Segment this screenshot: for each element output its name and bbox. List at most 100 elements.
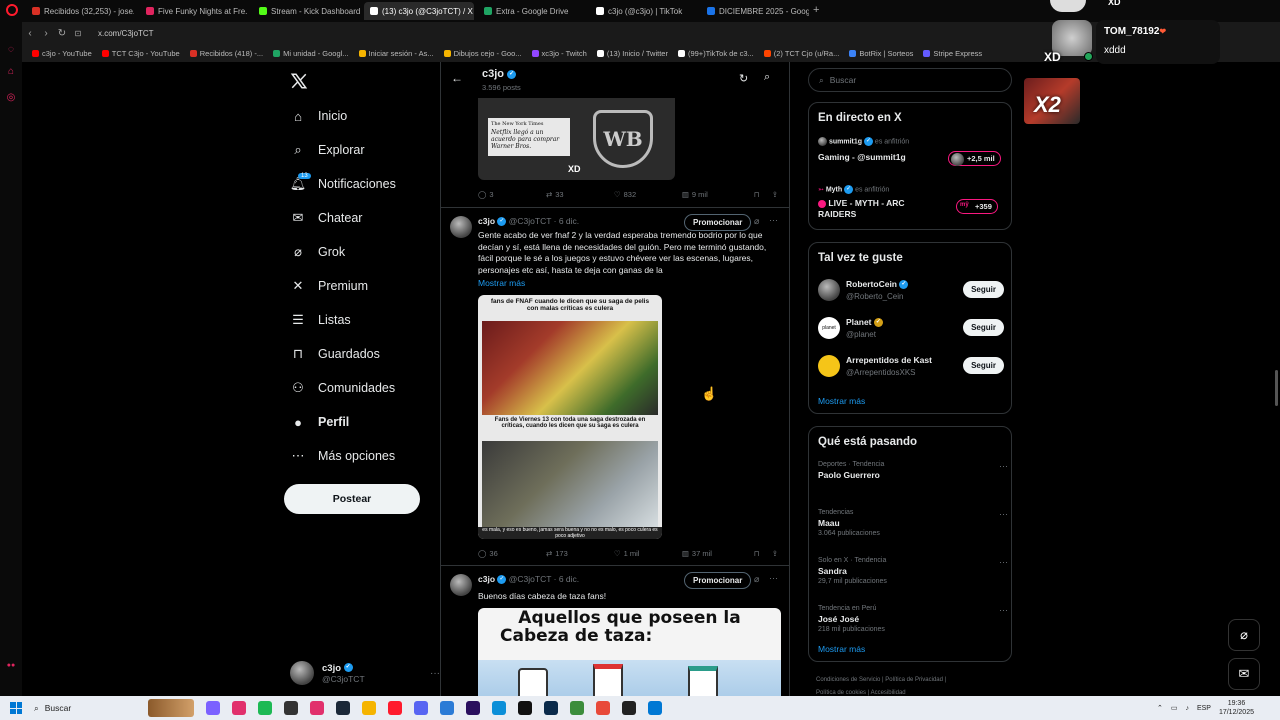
taskbar-search[interactable]: ⌕ Buscar (34, 699, 144, 717)
browser-tab[interactable]: Stream - Kick Dashboard (253, 2, 361, 20)
new-tab-icon[interactable]: + (813, 4, 819, 16)
spotify-icon[interactable] (258, 701, 272, 715)
views-button[interactable]: ▥ 37 mil (682, 549, 754, 558)
more-icon[interactable]: ··· (999, 509, 1008, 519)
tweet-media[interactable]: The New York Times Netflix llegó a un ac… (478, 98, 675, 180)
settings-icon[interactable]: ●● (5, 662, 17, 674)
show-more-link[interactable]: Mostrar más (818, 396, 865, 406)
windows-start-icon[interactable] (10, 702, 22, 714)
tweet-media[interactable]: fans de FNAF cuando le dicen que su saga… (478, 295, 662, 539)
promote-button[interactable]: Promocionar (684, 572, 752, 589)
follow-button[interactable]: Seguir (963, 319, 1004, 336)
tweet-time[interactable]: 6 dic. (559, 216, 579, 226)
share-icon[interactable]: ⇪ (772, 549, 778, 558)
capcut-icon[interactable] (518, 701, 532, 715)
browser-tab[interactable]: Five Funky Nights at Fre... (140, 2, 248, 20)
more-icon[interactable]: ··· (769, 573, 778, 583)
nav-item-more[interactable]: ⋯ Más opciones (290, 444, 396, 468)
tweet-media[interactable]: Aquellos que poseen la Cabeza de taza: (478, 608, 781, 696)
bookmark-item[interactable]: (99+)TikTok de c3... (677, 49, 754, 58)
paint-icon[interactable] (596, 701, 610, 715)
browser-tab-active[interactable]: (13) c3jo (@C3joTCT) / X✕ (364, 2, 474, 20)
more-icon[interactable]: ··· (769, 215, 778, 225)
avatar[interactable] (450, 574, 472, 596)
more-icon[interactable]: ··· (999, 605, 1008, 615)
back-icon[interactable]: ‹ (22, 28, 38, 39)
bookmark-item[interactable]: Stripe Express (923, 49, 982, 58)
promote-button[interactable]: Promocionar (684, 214, 752, 231)
obs-icon[interactable] (622, 701, 636, 715)
follow-button[interactable]: Seguir (963, 281, 1004, 298)
bookmark-item[interactable]: Recibidos (418) -... (189, 49, 263, 58)
browser-tab[interactable]: Extra - Google Drive (478, 2, 586, 20)
discord-icon[interactable] (414, 701, 428, 715)
post-button[interactable]: Postear (284, 484, 420, 514)
share-icon[interactable]: ⇪ (772, 190, 778, 199)
nav-item-people[interactable]: ⚇ Comunidades (290, 376, 395, 400)
bookmark-item[interactable]: TCT C3jo - YouTube (101, 49, 180, 58)
suggested-user[interactable]: Arrepentidos de Kast @ArrepentidosXKS Se… (818, 353, 1004, 381)
live-item[interactable]: ➳ Myth ✓ es anfitrión LIVE - MYTH - ARC … (818, 185, 1004, 225)
views-button[interactable]: ▥ 9 mil (682, 190, 754, 199)
grok-icon[interactable]: ⌀ (754, 574, 759, 585)
nav-item-person[interactable]: ● Perfil (290, 410, 349, 434)
tweet-handle[interactable]: @C3joTCT (509, 574, 551, 584)
opera-ai-icon[interactable]: ◌ (5, 44, 17, 56)
live-item[interactable]: summit1g ✓ es anfitrión Gaming - @summit… (818, 137, 1004, 177)
tweet-handle[interactable]: @C3joTCT (509, 216, 551, 226)
reload-icon[interactable]: ↻ (54, 28, 70, 39)
bookmark-item[interactable]: (13) Inicio / Twitter (596, 49, 668, 58)
trend-item[interactable]: Solo en X · Tendencia Sandra 29,7 mil publ… (818, 557, 1008, 585)
reply-button[interactable]: ◯ 36 (478, 549, 546, 558)
tray-chevron-icon[interactable]: ⌃ (1157, 704, 1163, 712)
browser-tab[interactable]: c3jo (@c3jo) | TikTok (590, 2, 698, 20)
bookmark-icon[interactable]: ⊓ (754, 190, 772, 199)
nav-item-mail[interactable]: ✉ Chatear (290, 206, 363, 230)
forward-icon[interactable]: › (38, 28, 54, 39)
repost-button[interactable]: ⇄ 33 (546, 190, 614, 199)
copilot-icon[interactable] (206, 701, 220, 715)
clock[interactable]: 19:36 17/12/2025 (1219, 699, 1254, 717)
bookmark-item[interactable]: xc3jo - Twitch (531, 49, 587, 58)
bookmark-icon[interactable]: ⊓ (754, 549, 772, 558)
store-icon[interactable] (648, 701, 662, 715)
trend-item[interactable]: Deportes · Tendencia Paolo Guerrero ··· (818, 461, 1008, 480)
tweet-author[interactable]: c3jo (478, 574, 495, 584)
footer-link[interactable]: Condiciones de Servicio (816, 677, 880, 683)
follow-button[interactable]: Seguir (963, 357, 1004, 374)
bookmark-item[interactable]: BotRix | Sorteos (849, 49, 913, 58)
tweet-author[interactable]: c3jo (478, 216, 495, 226)
volume-icon[interactable]: ♪ (1185, 705, 1189, 712)
bookmark-item[interactable]: Mi unidad - Googl... (273, 49, 349, 58)
scrollbar[interactable] (1275, 370, 1278, 406)
browser-tab[interactable]: Recibidos (32,253) - jose... (26, 2, 134, 20)
suggested-user[interactable]: RobertoCein ✓ @Roberto_Cein Seguir (818, 277, 1004, 305)
photoshop-icon[interactable] (544, 701, 558, 715)
browser-tab[interactable]: DICIEMBRE 2025 - Googl... (701, 2, 809, 20)
epic-games-icon[interactable] (284, 701, 298, 715)
opera-logo-icon[interactable] (6, 4, 18, 16)
network-icon[interactable]: ▭ (1171, 704, 1178, 712)
like-button[interactable]: ♡ 1 mil (614, 549, 682, 558)
reply-button[interactable]: ◯ 3 (478, 190, 546, 199)
show-more-link[interactable]: Mostrar más (818, 644, 865, 654)
language-indicator[interactable]: ESP (1197, 705, 1211, 712)
like-button[interactable]: ♡ 832 (614, 190, 682, 199)
nav-item-list[interactable]: ☰ Listas (290, 308, 350, 332)
footer-link[interactable]: Política de Privacidad (885, 677, 943, 683)
nav-item-home[interactable]: ⌂ Inicio (290, 104, 347, 128)
account-switcher[interactable]: c3jo ✓ @C3joTCT ··· (290, 658, 440, 688)
tweet[interactable]: c3jo ✓ @C3joTCT · 6 dic. Promocionar ⌀ ·… (441, 208, 789, 566)
show-more-link[interactable]: Mostrar más (478, 278, 525, 288)
tweet[interactable]: c3jo ✓ @C3joTCT · 6 dic. Promocionar ⌀ ·… (441, 566, 789, 696)
bookmark-item[interactable]: Iniciar sesión - As... (358, 49, 434, 58)
nav-item-bookmark[interactable]: ⊓ Guardados (290, 342, 380, 366)
edge-icon[interactable] (492, 701, 506, 715)
messages-fab[interactable]: ✉ (1228, 658, 1260, 690)
url-field[interactable]: x.com/C3joTCT (98, 29, 154, 38)
search-icon[interactable]: ⌕ (764, 71, 770, 84)
more-icon[interactable]: ··· (430, 668, 440, 679)
more-icon[interactable]: ··· (999, 461, 1008, 471)
bookmark-item[interactable]: c3jo - YouTube (32, 49, 92, 58)
instagram-icon[interactable] (232, 701, 246, 715)
